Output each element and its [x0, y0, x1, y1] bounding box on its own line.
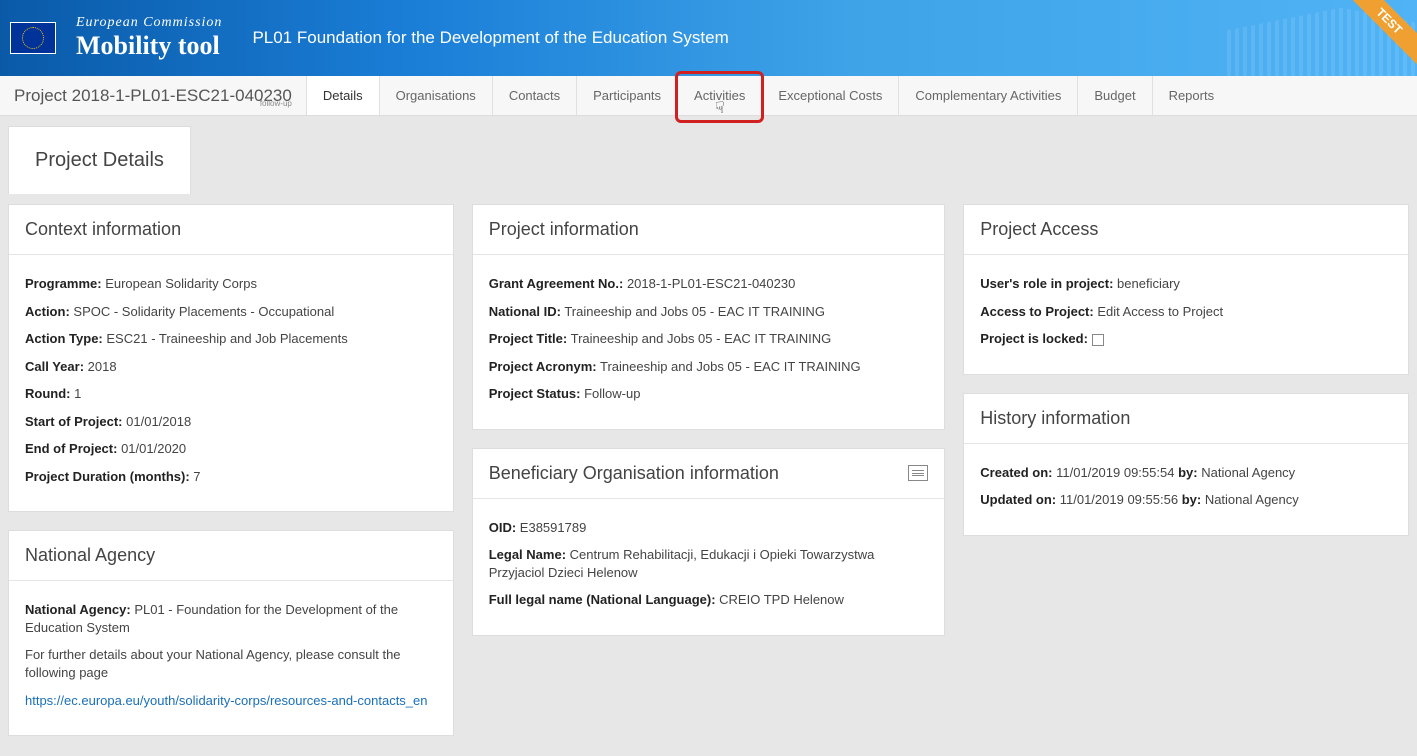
role-label: User's role in project: — [980, 276, 1113, 291]
app-header: European Commission Mobility tool PL01 F… — [0, 0, 1417, 76]
brand-ec-label: European Commission — [76, 15, 222, 31]
panel-context: Context information Programme: European … — [8, 204, 454, 512]
programme-label: Programme: — [25, 276, 102, 291]
project-title-value: Traineeship and Jobs 05 - EAC IT TRAININ… — [571, 331, 832, 346]
access-value: Edit Access to Project — [1097, 304, 1223, 319]
duration-value: 7 — [193, 469, 200, 484]
full-legal-label: Full legal name (National Language): — [489, 592, 716, 607]
tab-exceptional[interactable]: Exceptional Costs — [761, 76, 898, 115]
na-label: National Agency: — [25, 602, 131, 617]
brand-block: European Commission Mobility tool — [76, 15, 222, 61]
tab-contacts[interactable]: Contacts — [492, 76, 576, 115]
panel-beneficiary: Beneficiary Organisation information OID… — [472, 448, 946, 636]
national-id-label: National ID: — [489, 304, 561, 319]
acronym-value: Traineeship and Jobs 05 - EAC IT TRAININ… — [600, 359, 861, 374]
tab-label: Activities — [694, 88, 745, 103]
beneficiary-heading-text: Beneficiary Organisation information — [489, 463, 779, 484]
start-date-value: 01/01/2018 — [126, 414, 191, 429]
tab-row: Details Organisations Contacts Participants… — [306, 76, 1230, 115]
oid-value: E38591789 — [520, 520, 587, 535]
project-code: Project 2018-1-PL01-ESC21-040230 follow-… — [0, 86, 306, 106]
panel-national-agency: National Agency National Agency: PL01 - … — [8, 530, 454, 736]
context-heading: Context information — [9, 205, 453, 255]
action-value: SPOC - Solidarity Placements - Occupatio… — [73, 304, 334, 319]
project-code-text: Project 2018-1-PL01-ESC21-040230 — [14, 86, 292, 105]
tab-label: Exceptional Costs — [778, 88, 882, 103]
tab-budget[interactable]: Budget — [1077, 76, 1151, 115]
national-id-value: Traineeship and Jobs 05 - EAC IT TRAININ… — [564, 304, 825, 319]
action-type-value: ESC21 - Traineeship and Job Placements — [106, 331, 347, 346]
status-value: Follow-up — [584, 386, 640, 401]
locked-checkbox[interactable] — [1092, 334, 1104, 346]
status-label: Project Status: — [489, 386, 581, 401]
na-further-text: For further details about your National … — [25, 646, 437, 681]
tab-label: Contacts — [509, 88, 560, 103]
call-year-value: 2018 — [88, 359, 117, 374]
role-value: beneficiary — [1117, 276, 1180, 291]
updated-label: Updated on: — [980, 492, 1056, 507]
created-by-label: by: — [1178, 465, 1198, 480]
legal-name-label: Legal Name: — [489, 547, 566, 562]
history-heading: History information — [964, 394, 1408, 444]
brand-tool-label: Mobility tool — [76, 31, 222, 61]
grant-value: 2018-1-PL01-ESC21-040230 — [627, 276, 795, 291]
call-year-label: Call Year: — [25, 359, 84, 374]
action-label: Action: — [25, 304, 70, 319]
tab-participants[interactable]: Participants — [576, 76, 677, 115]
panel-history: History information Created on: 11/01/20… — [963, 393, 1409, 536]
updated-by-label: by: — [1182, 492, 1202, 507]
updated-by-value: National Agency — [1205, 492, 1299, 507]
tab-complementary[interactable]: Complementary Activities — [898, 76, 1077, 115]
oid-label: OID: — [489, 520, 516, 535]
created-label: Created on: — [980, 465, 1052, 480]
project-title-label: Project Title: — [489, 331, 568, 346]
tab-reports[interactable]: Reports — [1152, 76, 1231, 115]
tab-organisations[interactable]: Organisations — [379, 76, 492, 115]
tab-details[interactable]: Details — [306, 76, 379, 115]
duration-label: Project Duration (months): — [25, 469, 190, 484]
na-link[interactable]: https://ec.europa.eu/youth/solidarity-co… — [25, 693, 428, 708]
locked-label: Project is locked: — [980, 331, 1088, 346]
round-label: Round: — [25, 386, 70, 401]
tab-label: Complementary Activities — [915, 88, 1061, 103]
eu-flag-icon — [10, 22, 56, 54]
end-date-value: 01/01/2020 — [121, 441, 186, 456]
grant-label: Grant Agreement No.: — [489, 276, 624, 291]
created-time: 11/01/2019 09:55:54 — [1056, 465, 1174, 480]
project-info-heading: Project information — [473, 205, 945, 255]
tab-activities[interactable]: Activities☟ — [677, 76, 761, 115]
org-title: PL01 Foundation for the Development of t… — [252, 28, 728, 48]
programme-value: European Solidarity Corps — [105, 276, 257, 291]
action-type-label: Action Type: — [25, 331, 103, 346]
content-columns: Context information Programme: European … — [0, 194, 1417, 756]
created-by-value: National Agency — [1201, 465, 1295, 480]
tab-label: Budget — [1094, 88, 1135, 103]
access-label: Access to Project: — [980, 304, 1093, 319]
acronym-label: Project Acronym: — [489, 359, 597, 374]
beneficiary-heading: Beneficiary Organisation information — [473, 449, 945, 499]
subtab-row: Project Details — [0, 116, 1417, 194]
tab-label: Details — [323, 88, 363, 103]
tab-label: Participants — [593, 88, 661, 103]
subtab-project-details[interactable]: Project Details — [8, 126, 191, 194]
project-navbar: Project 2018-1-PL01-ESC21-040230 follow-… — [0, 76, 1417, 116]
end-date-label: End of Project: — [25, 441, 117, 456]
project-code-sub: follow-up — [260, 99, 292, 108]
list-details-icon[interactable] — [908, 465, 928, 481]
tab-label: Reports — [1169, 88, 1215, 103]
tab-label: Organisations — [396, 88, 476, 103]
panel-access: Project Access User's role in project: b… — [963, 204, 1409, 375]
panel-project-info: Project information Grant Agreement No.:… — [472, 204, 946, 430]
national-agency-heading: National Agency — [9, 531, 453, 581]
start-date-label: Start of Project: — [25, 414, 123, 429]
round-value: 1 — [74, 386, 81, 401]
updated-time: 11/01/2019 09:55:56 — [1060, 492, 1178, 507]
access-heading: Project Access — [964, 205, 1408, 255]
full-legal-value: CREIO TPD Helenow — [719, 592, 844, 607]
